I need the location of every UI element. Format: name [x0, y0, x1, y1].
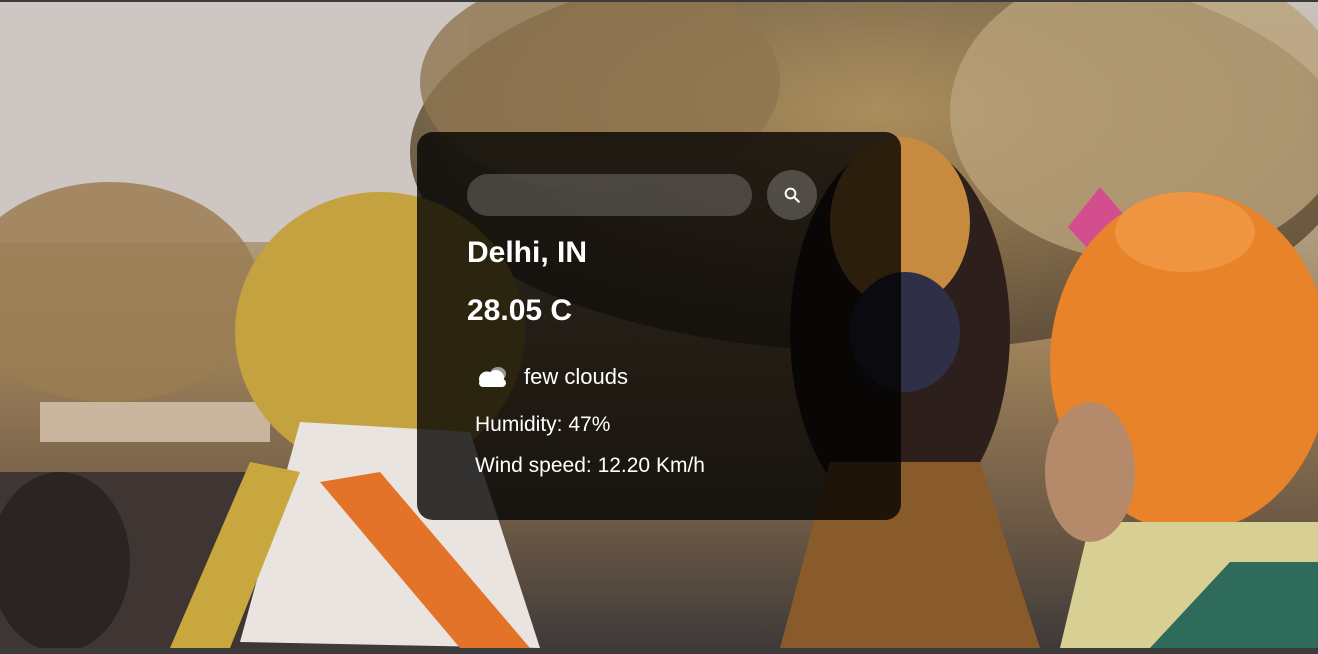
app-window: Delhi, IN 28.05 C few clouds Humidity: 4… [0, 0, 1318, 654]
temperature: 28.05 C [467, 294, 573, 327]
wind-speed-text: Wind speed: 12.20 Km/h [475, 454, 705, 477]
search-bar [467, 170, 817, 220]
weather-card: Delhi, IN 28.05 C few clouds Humidity: 4… [417, 132, 901, 520]
city-search-input[interactable] [467, 174, 752, 216]
condition-description: few clouds [524, 364, 628, 389]
city-name: Delhi, IN [467, 236, 588, 269]
cloud-icon [474, 362, 510, 392]
search-button[interactable] [767, 170, 817, 220]
humidity-text: Humidity: 47% [475, 413, 611, 436]
condition-row: few clouds [474, 362, 628, 392]
search-icon [784, 187, 800, 203]
